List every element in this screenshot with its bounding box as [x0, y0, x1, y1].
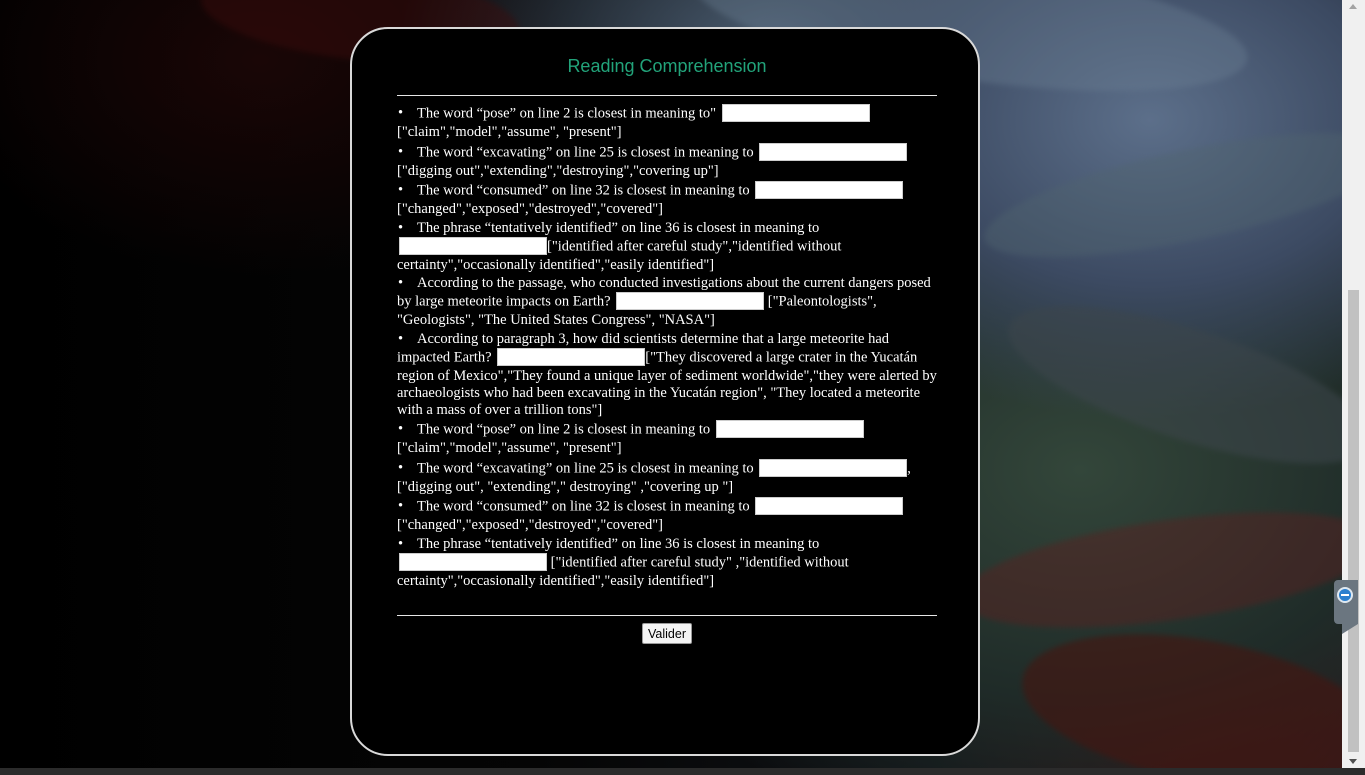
bottom-divider — [397, 615, 937, 616]
question-prompt: The word “consumed” on line 32 is closes… — [417, 498, 750, 515]
question-item: • The word “pose” on line 2 is closest in… — [397, 104, 937, 141]
answer-input[interactable] — [721, 104, 870, 122]
scroll-up-icon[interactable] — [1349, 4, 1357, 9]
question-prompt: The word “pose” on line 2 is closest in … — [417, 421, 711, 438]
question-prompt: The word “excavating” on line 25 is clos… — [417, 459, 754, 476]
question-list: • The word “pose” on line 2 is closest in… — [397, 104, 937, 591]
remote-control-tab-tail — [1342, 624, 1358, 634]
bullet-icon: • — [398, 421, 404, 438]
bullet-icon: • — [398, 143, 404, 160]
bullet-icon: • — [398, 459, 404, 476]
question-item: • The word “consumed” on line 32 is close… — [397, 497, 937, 534]
question-item: • The phrase “tentatively identified” on … — [397, 220, 937, 274]
question-item: • The phrase “tentatively identified” on … — [397, 536, 937, 590]
scroll-thumb[interactable] — [1348, 290, 1359, 752]
answer-options: ["claim","model","assume", "present"] — [397, 124, 622, 140]
page-title: Reading Comprehension — [567, 56, 767, 76]
bullet-icon: • — [398, 219, 404, 236]
submit-button[interactable]: Valider — [642, 623, 692, 644]
top-divider — [397, 95, 937, 96]
question-item: • According to paragraph 3, how did scien… — [397, 331, 937, 419]
horizontal-scrollbar — [0, 768, 1365, 775]
answer-options: ["changed","exposed","destroyed","covere… — [397, 201, 663, 217]
answer-options: ["digging out","extending","destroying",… — [397, 162, 719, 179]
question-item: • The word “pose” on line 2 is closest in… — [397, 420, 937, 457]
bullet-icon: • — [398, 535, 404, 552]
answer-input[interactable] — [755, 497, 904, 515]
question-item: • The word “consumed” on line 32 is close… — [397, 181, 937, 218]
question-prompt: The word “consumed” on line 32 is closes… — [417, 182, 750, 199]
question-item: • The word “excavating” on line 25 is clo… — [397, 458, 937, 496]
bullet-icon: • — [398, 275, 404, 291]
answer-input[interactable] — [497, 347, 646, 366]
question-item: • The word “excavating” on line 25 is clo… — [397, 142, 937, 180]
question-item: • According to the passage, who conducted… — [397, 275, 937, 329]
answer-input[interactable] — [715, 420, 864, 438]
question-prompt: The word “pose” on line 2 is closest in … — [417, 105, 717, 122]
answer-input[interactable] — [616, 292, 765, 310]
answer-input[interactable] — [759, 142, 908, 161]
page-scrollbar[interactable] — [1342, 0, 1365, 768]
bullet-icon: • — [398, 105, 404, 122]
answer-input[interactable] — [759, 458, 908, 477]
bullet-icon: • — [398, 498, 404, 515]
bullet-icon: • — [398, 182, 404, 199]
teamviewer-icon[interactable] — [1337, 587, 1353, 603]
question-prompt: The phrase “tentatively identified” on l… — [417, 219, 820, 236]
answer-options: ["changed","exposed","destroyed","covere… — [397, 517, 663, 533]
scroll-down-icon[interactable] — [1349, 759, 1357, 764]
bullet-icon: • — [398, 330, 404, 347]
answer-input[interactable] — [755, 181, 904, 199]
question-prompt: The word “excavating” on line 25 is clos… — [417, 143, 754, 160]
answer-options: ["claim","model","assume", "present"] — [397, 440, 622, 456]
answer-input[interactable] — [399, 236, 547, 255]
answer-input[interactable] — [399, 552, 547, 571]
quiz-panel: Reading Comprehension • The word “pose” o… — [350, 27, 980, 756]
question-prompt: The phrase “tentatively identified” on l… — [417, 535, 820, 552]
